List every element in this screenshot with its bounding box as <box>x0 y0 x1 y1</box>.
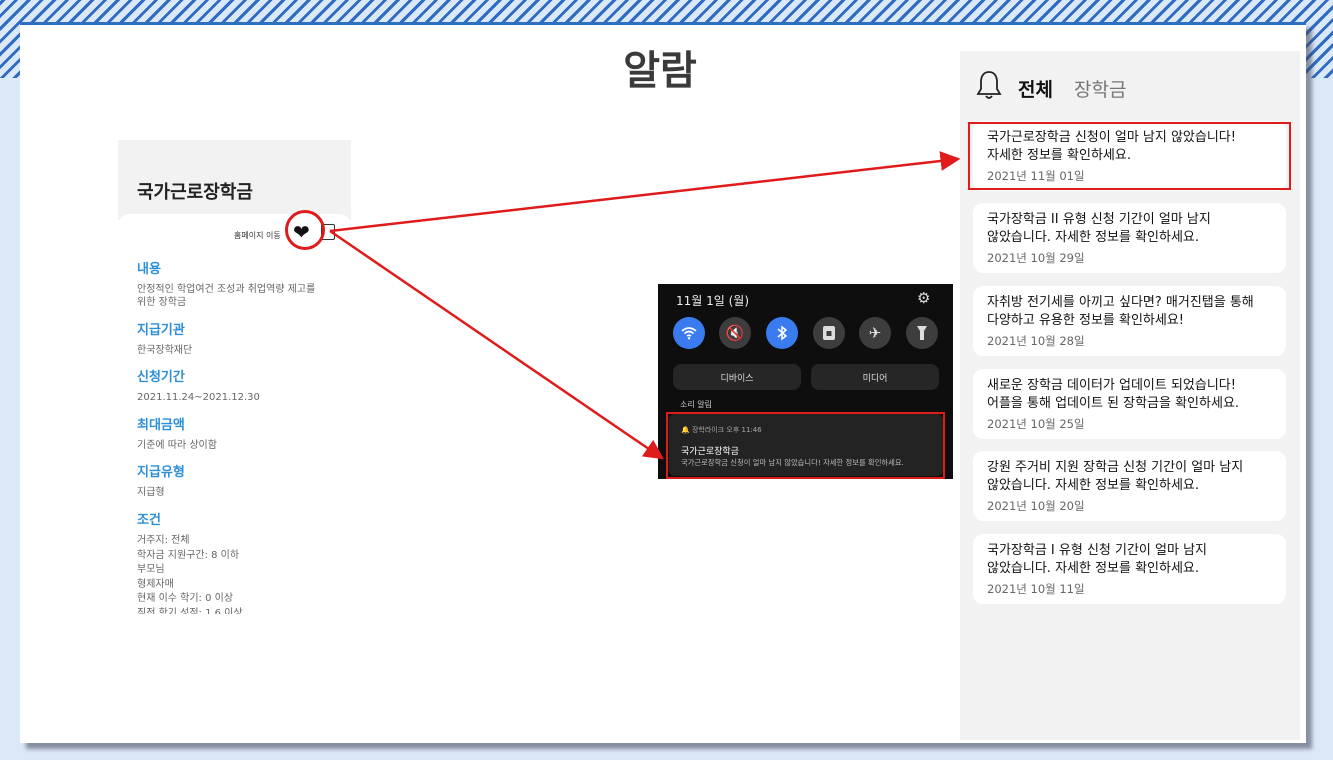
connector-arrows <box>329 151 961 460</box>
arrow-to-alarm-list <box>329 151 961 233</box>
arrow-to-notification <box>329 229 665 460</box>
